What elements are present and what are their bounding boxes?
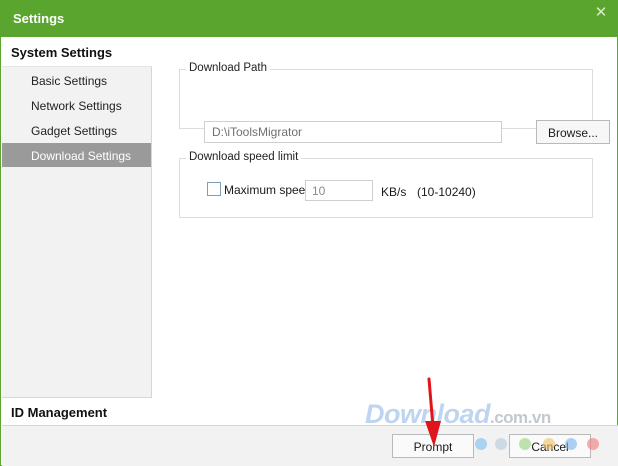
speed-range-label: (10-10240) [417, 185, 476, 199]
sidebar-item-network-settings[interactable]: Network Settings [2, 93, 151, 117]
sidebar-item-download-settings[interactable]: Download Settings [2, 143, 151, 167]
settings-window: Settings ✕ System Settings Basic Setting… [0, 0, 618, 466]
watermark-main: Download [365, 399, 491, 429]
download-path-input[interactable]: D:\iToolsMigrator [204, 121, 502, 143]
download-path-group: Download Path D:\iToolsMigrator Browse..… [179, 62, 610, 144]
browse-button[interactable]: Browse... [536, 120, 610, 144]
maximum-speed-label: Maximum speed [224, 183, 313, 197]
watermark-dot [519, 438, 531, 450]
sidebar-item-basic-settings[interactable]: Basic Settings [2, 68, 151, 92]
watermark-dot [543, 438, 555, 450]
close-icon[interactable]: ✕ [593, 5, 609, 21]
window-title: Settings [13, 11, 65, 26]
prompt-button[interactable]: Prompt [392, 434, 474, 458]
watermark-dot [475, 438, 487, 450]
watermark-dot [495, 438, 507, 450]
watermark-logo: Download.com.vn [365, 399, 551, 430]
sidebar: System Settings Basic Settings Network S… [2, 37, 152, 425]
sidebar-header-system-settings[interactable]: System Settings [2, 37, 152, 67]
settings-content: Download Path D:\iToolsMigrator Browse..… [153, 37, 617, 425]
watermark-suffix: .com.vn [490, 408, 551, 427]
speed-limit-label: Download speed limit [186, 151, 302, 163]
sidebar-item-gadget-settings[interactable]: Gadget Settings [2, 118, 151, 142]
watermark-dot [565, 438, 577, 450]
maximum-speed-input[interactable]: 10 [305, 180, 373, 201]
sidebar-item-id-management[interactable]: ID Management [2, 397, 152, 425]
watermark-dot [587, 438, 599, 450]
maximum-speed-checkbox[interactable] [207, 182, 221, 196]
title-bar: Settings ✕ [1, 1, 617, 37]
speed-unit-label: KB/s [381, 185, 407, 199]
download-path-label: Download Path [186, 62, 270, 74]
